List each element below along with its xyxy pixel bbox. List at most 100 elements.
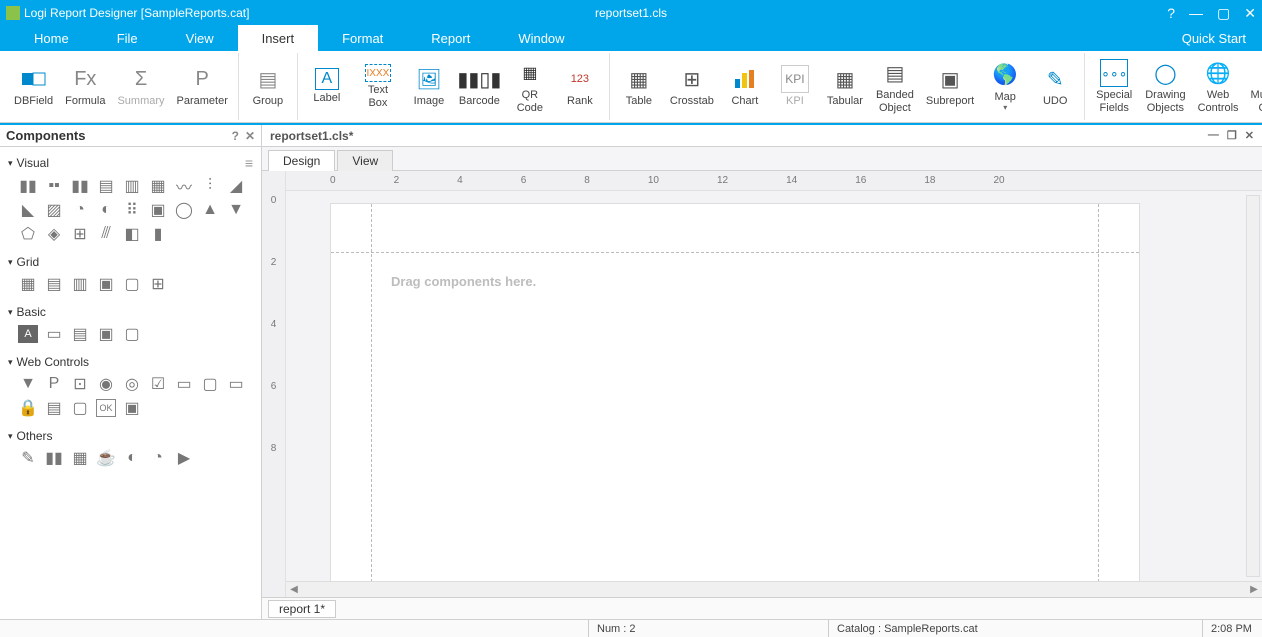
- window-restore-icon[interactable]: ❐: [1227, 129, 1237, 142]
- component-icon[interactable]: ◎: [122, 375, 142, 393]
- kpi-button[interactable]: KPIKPI: [772, 53, 818, 120]
- canvas[interactable]: Drag components here.: [286, 191, 1262, 581]
- component-icon[interactable]: ▶: [174, 449, 194, 467]
- component-icon[interactable]: ◧: [122, 225, 142, 243]
- formula-button[interactable]: FxFormula: [61, 53, 109, 120]
- component-icon[interactable]: OK: [96, 399, 116, 417]
- component-icon[interactable]: ▣: [122, 399, 142, 417]
- dbfield-button[interactable]: DBField: [10, 53, 57, 120]
- panel-close-icon[interactable]: ✕: [245, 129, 255, 143]
- component-icon[interactable]: ▤: [96, 177, 116, 195]
- component-icon[interactable]: ⠿: [122, 201, 142, 219]
- visual-menu-icon[interactable]: ≡: [245, 155, 253, 171]
- multimedia-objects-button[interactable]: ▶Multimedia Objects: [1247, 53, 1262, 120]
- component-icon[interactable]: ▮: [148, 225, 168, 243]
- component-icon[interactable]: ⫶: [200, 177, 220, 195]
- rank-button[interactable]: 123Rank: [557, 53, 603, 120]
- component-icon[interactable]: ▤: [70, 325, 90, 343]
- component-icon[interactable]: ⊡: [70, 375, 90, 393]
- section-visual[interactable]: ▾Visual≡: [8, 151, 253, 175]
- special-fields-button[interactable]: ∘∘∘Special Fields: [1091, 53, 1137, 120]
- subreport-button[interactable]: ▣Subreport: [922, 53, 978, 120]
- udo-button[interactable]: ✎UDO: [1032, 53, 1078, 120]
- component-icon[interactable]: ⊞: [148, 275, 168, 293]
- component-icon[interactable]: ☕: [96, 449, 116, 467]
- component-icon[interactable]: ☑: [148, 375, 168, 393]
- component-icon[interactable]: ▢: [70, 399, 90, 417]
- component-icon[interactable]: ▤: [44, 399, 64, 417]
- component-icon[interactable]: A: [18, 325, 38, 343]
- panel-help-icon[interactable]: ?: [232, 129, 239, 143]
- component-icon[interactable]: ▦: [148, 177, 168, 195]
- window-minimize-icon[interactable]: —: [1208, 129, 1219, 142]
- component-icon[interactable]: ▥: [122, 177, 142, 195]
- report-tab[interactable]: report 1*: [268, 600, 336, 618]
- component-icon[interactable]: ▨: [44, 201, 64, 219]
- chart-button[interactable]: Chart: [722, 53, 768, 120]
- component-icon[interactable]: ▮▮: [70, 177, 90, 195]
- component-icon[interactable]: ▮▮: [44, 449, 64, 467]
- menu-report[interactable]: Report: [407, 25, 494, 51]
- component-icon[interactable]: ▣: [148, 201, 168, 219]
- drawing-objects-button[interactable]: ◯Drawing Objects: [1141, 53, 1189, 120]
- vertical-scrollbar[interactable]: [1246, 195, 1260, 577]
- component-icon[interactable]: ▢: [200, 375, 220, 393]
- component-icon[interactable]: 〰: [174, 177, 194, 195]
- component-icon[interactable]: ▮▮: [18, 177, 38, 195]
- component-icon[interactable]: ▭: [44, 325, 64, 343]
- quick-start-link[interactable]: Quick Start: [1182, 25, 1262, 51]
- component-icon[interactable]: ▤: [44, 275, 64, 293]
- component-icon[interactable]: ▢: [122, 275, 142, 293]
- summary-button[interactable]: ΣSummary: [113, 53, 168, 120]
- banded-button[interactable]: ▤Banded Object: [872, 53, 918, 120]
- tab-view[interactable]: View: [337, 150, 393, 171]
- menu-view[interactable]: View: [162, 25, 238, 51]
- component-icon[interactable]: ◐: [122, 449, 142, 467]
- qrcode-button[interactable]: ▦QR Code: [507, 53, 553, 120]
- component-icon[interactable]: ▼: [226, 201, 246, 219]
- horizontal-scrollbar[interactable]: ◀ ▶: [286, 581, 1262, 597]
- tabular-button[interactable]: ▦Tabular: [822, 53, 868, 120]
- crosstab-button[interactable]: ⊞Crosstab: [666, 53, 718, 120]
- group-button[interactable]: ▤Group: [245, 53, 291, 120]
- menu-file[interactable]: File: [93, 25, 162, 51]
- section-others[interactable]: ▾Others: [8, 425, 253, 447]
- tab-design[interactable]: Design: [268, 150, 335, 171]
- component-icon[interactable]: ◈: [44, 225, 64, 243]
- component-icon[interactable]: 🔒: [18, 399, 38, 417]
- scroll-left-icon[interactable]: ◀: [286, 584, 302, 595]
- menu-insert[interactable]: Insert: [238, 25, 319, 51]
- component-icon[interactable]: ▢: [122, 325, 142, 343]
- component-icon[interactable]: ◔: [148, 449, 168, 467]
- component-icon[interactable]: ✎: [18, 449, 38, 467]
- report-page[interactable]: Drag components here.: [330, 203, 1140, 581]
- web-controls-button[interactable]: 🌐Web Controls: [1194, 53, 1243, 120]
- component-icon[interactable]: ◢: [226, 177, 246, 195]
- component-icon[interactable]: ◣: [18, 201, 38, 219]
- component-icon[interactable]: ◯: [174, 201, 194, 219]
- menu-format[interactable]: Format: [318, 25, 407, 51]
- component-icon[interactable]: ▦: [18, 275, 38, 293]
- parameter-button[interactable]: PParameter: [173, 53, 232, 120]
- window-close-icon[interactable]: ✕: [1245, 129, 1254, 142]
- component-icon[interactable]: ▪▪: [44, 177, 64, 195]
- component-icon[interactable]: ◉: [96, 375, 116, 393]
- component-icon[interactable]: ▦: [70, 449, 90, 467]
- component-icon[interactable]: ◐: [96, 201, 116, 219]
- component-icon[interactable]: ▣: [96, 325, 116, 343]
- maximize-icon[interactable]: ▢: [1217, 6, 1230, 20]
- menu-window[interactable]: Window: [494, 25, 588, 51]
- table-button[interactable]: ▦Table: [616, 53, 662, 120]
- component-icon[interactable]: ▭: [174, 375, 194, 393]
- section-grid[interactable]: ▾Grid: [8, 251, 253, 273]
- scroll-right-icon[interactable]: ▶: [1246, 584, 1262, 595]
- map-button[interactable]: 🌎Map▾: [982, 53, 1028, 120]
- component-icon[interactable]: ⬠: [18, 225, 38, 243]
- component-icon[interactable]: ▣: [96, 275, 116, 293]
- section-web[interactable]: ▾Web Controls: [8, 351, 253, 373]
- label-button[interactable]: ALabel: [304, 53, 350, 120]
- component-icon[interactable]: ▭: [226, 375, 246, 393]
- component-icon[interactable]: ⫻: [96, 225, 116, 243]
- section-basic[interactable]: ▾Basic: [8, 301, 253, 323]
- textbox-button[interactable]: IXXXText Box: [354, 53, 402, 120]
